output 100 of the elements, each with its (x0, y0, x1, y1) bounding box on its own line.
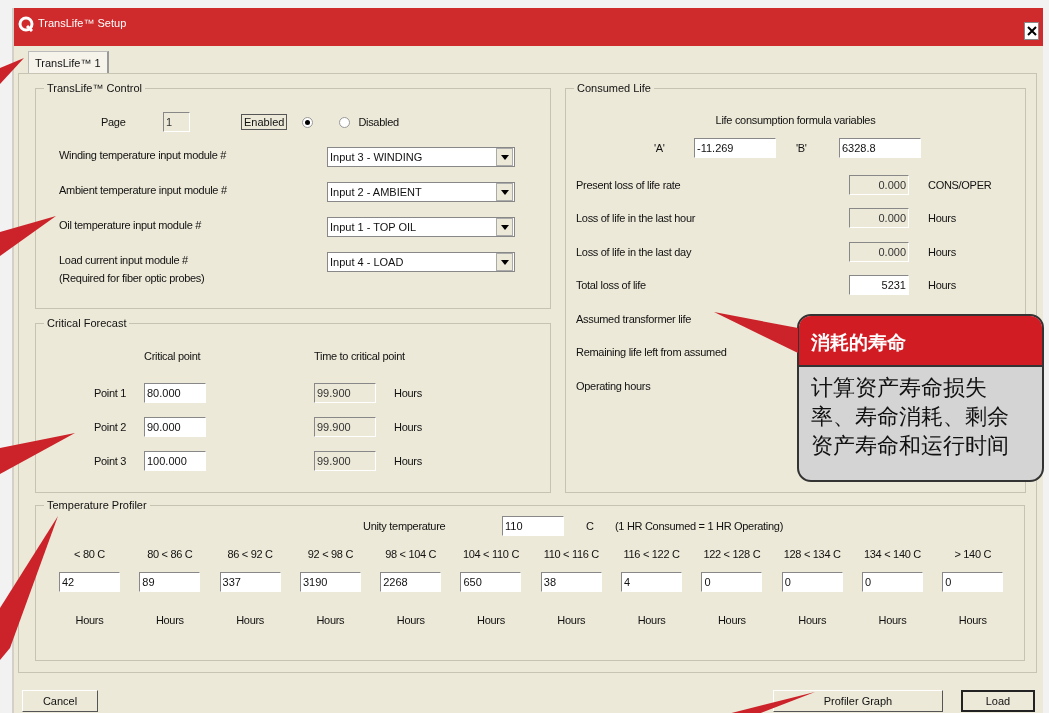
unit-label: Hours (928, 279, 957, 292)
field-label: Remaining life left from assumed (576, 346, 727, 359)
input-field[interactable]: 337 (219, 572, 281, 592)
input-field[interactable]: 0.000 (849, 208, 909, 229)
input-field[interactable]: 1 (163, 112, 190, 132)
callout-pointer (0, 216, 56, 256)
input-field[interactable]: 5231 (849, 275, 909, 296)
column-header: Critical point (144, 350, 201, 364)
field-label: Loss of life in the last hour (576, 212, 696, 225)
unit-label: Hours (154, 614, 185, 626)
field-label: Point 1 (93, 387, 128, 399)
input-field[interactable]: 38 (540, 572, 602, 592)
input-field[interactable]: 89 (139, 572, 201, 592)
unit-label: Hours (235, 614, 265, 626)
input-field[interactable]: 0 (942, 572, 1004, 592)
field-label: Oil temperature input module # (59, 219, 203, 231)
dropdown[interactable]: Input 2 - AMBIENT (327, 182, 515, 202)
group-title: Critical Forecast (44, 317, 130, 329)
column-header: 134 < 140 C (863, 548, 922, 560)
input-field[interactable]: 0.000 (849, 174, 909, 195)
dropdown-arrow-icon (500, 224, 509, 230)
field-label: Point 2 (93, 421, 128, 433)
column-header: 92 < 98 C (306, 548, 355, 560)
input-field[interactable]: 0 (781, 572, 843, 592)
field-label: Operating hours (576, 379, 651, 392)
input-field[interactable]: 4 (621, 572, 683, 592)
button[interactable]: Cancel (22, 690, 98, 712)
field-label: Present loss of life rate (576, 178, 681, 191)
column-header: 110 < 116 C (542, 548, 600, 560)
column-header: < 80 C (73, 548, 106, 560)
unit-label: Hours (476, 614, 506, 626)
field-label: Winding temperature input module # (59, 149, 228, 161)
dropdown-arrow-icon (500, 259, 509, 265)
unit-label: Hours (957, 614, 988, 626)
logo-icon (18, 16, 34, 32)
close-icon (1026, 26, 1037, 36)
input-field[interactable]: 100.000 (144, 451, 206, 471)
dropdown-arrow-icon (500, 189, 509, 195)
dropdown[interactable]: Input 1 - TOP OIL (327, 217, 515, 237)
unit-label: Hours (928, 212, 957, 225)
input-field[interactable]: 0 (701, 572, 763, 592)
callout-title: 消耗的寿命 (799, 316, 1042, 367)
column-header: 122 < 128 C (702, 548, 762, 560)
radio-label: Disabled (358, 116, 399, 128)
unit-label: Hours (74, 614, 105, 626)
field-label: Unity temperature (363, 520, 447, 532)
input-field[interactable]: 0.000 (849, 241, 909, 262)
unit-label: Hours (394, 387, 423, 399)
unit-label: Hours (636, 614, 667, 626)
input-field[interactable]: 42 (59, 572, 120, 592)
dropdown-arrow-icon (500, 154, 509, 160)
column-header: > 140 C (953, 548, 993, 560)
field-label: 'A' (654, 142, 666, 154)
unit-label: Hours (394, 421, 423, 433)
field-label: Page (101, 116, 127, 128)
input-field[interactable]: 110 (502, 516, 564, 536)
unit-label: Hours (928, 245, 957, 258)
column-header: 128 < 134 C (782, 548, 842, 560)
unit-label: Hours (797, 614, 828, 626)
input-field[interactable]: 80.000 (144, 383, 206, 403)
column-header: 116 < 122 C (622, 548, 681, 560)
field-label: 'B' (796, 142, 808, 154)
input-field[interactable]: 99.900 (314, 451, 376, 471)
unit-label: CONS/OPER (928, 178, 993, 191)
callout-text: 计算资产寿命损失率、寿命消耗、剩余资产寿命和运行时间 (810, 374, 1010, 460)
input-field[interactable]: 650 (460, 572, 522, 592)
field-label: Load current input module # (59, 254, 189, 266)
radio-button[interactable] (302, 116, 314, 128)
input-field[interactable]: 2268 (380, 572, 442, 592)
unit-label: Hours (315, 614, 346, 626)
column-header: 98 < 104 C (384, 548, 438, 560)
input-field[interactable]: 99.900 (314, 383, 376, 403)
field-label: Point 3 (93, 455, 128, 467)
dropdown[interactable]: Input 3 - WINDING (327, 147, 515, 167)
close-button[interactable] (1024, 22, 1039, 40)
field-label: Total loss of life (576, 279, 646, 292)
column-header: 80 < 86 C (146, 548, 194, 560)
column-header: 86 < 92 C (226, 548, 274, 560)
button[interactable]: Profiler Graph (773, 690, 943, 712)
callout-pointer (0, 58, 24, 84)
field-label: Assumed transformer life (576, 312, 692, 325)
input-field[interactable]: 90.000 (144, 417, 206, 437)
tab[interactable]: TransLife™ 1 (28, 51, 109, 73)
input-field[interactable]: 99.900 (314, 417, 376, 437)
unit-label: Hours (877, 614, 908, 626)
input-field[interactable]: -11.269 (694, 138, 776, 158)
group-title: Consumed Life (574, 82, 654, 94)
button[interactable]: Load (961, 690, 1035, 712)
unit-label: Hours (394, 455, 423, 467)
input-field[interactable]: 0 (861, 572, 923, 592)
input-field[interactable]: 3190 (299, 572, 361, 592)
unit-label: Hours (556, 614, 587, 626)
input-field[interactable]: 6328.8 (839, 138, 921, 158)
unit-label: C (586, 520, 595, 532)
dropdown[interactable]: Input 4 - LOAD (327, 252, 515, 272)
unit-label: Hours (395, 614, 426, 626)
field-note: (Required for fiber optic probes) (59, 272, 206, 284)
note-text: (1 HR Consumed = 1 HR Operating) (615, 520, 783, 532)
field-label: Loss of life in the last day (576, 245, 692, 258)
radio-button[interactable] (339, 116, 351, 128)
